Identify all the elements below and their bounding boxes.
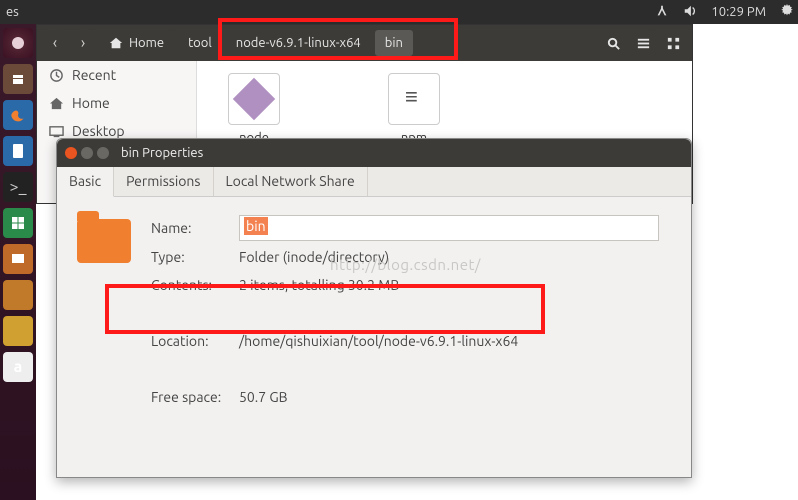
gear-icon[interactable] xyxy=(780,4,794,21)
launcher-impress-icon[interactable] xyxy=(3,244,33,274)
network-icon[interactable] xyxy=(655,4,669,21)
location-label: Location: xyxy=(151,333,239,349)
launcher-writer-icon[interactable] xyxy=(3,136,33,166)
launcher-dash-icon[interactable] xyxy=(3,28,33,58)
name-field[interactable]: bin xyxy=(239,215,659,241)
right-margin xyxy=(693,24,798,500)
free-value: 50.7 GB xyxy=(239,389,288,405)
folder-icon xyxy=(77,219,131,263)
type-value: Folder (inode/directory) xyxy=(239,249,389,265)
desktop-icon xyxy=(49,124,64,139)
launcher-terminal-icon[interactable]: >_ xyxy=(3,172,33,202)
maximize-icon[interactable] xyxy=(97,147,109,159)
type-label: Type: xyxy=(151,249,239,265)
file-manager-toolbar: ‹ › Home tool node-v6.9.1-linux-x64 bin xyxy=(37,25,692,61)
back-button[interactable]: ‹ xyxy=(43,29,67,57)
properties-dialog: bin Properties Basic Permissions Local N… xyxy=(56,138,692,478)
system-tray: 10:29 PM xyxy=(655,0,794,24)
tab-basic[interactable]: Basic xyxy=(57,167,114,197)
sidebar-item-home[interactable]: Home xyxy=(37,89,196,117)
minimize-icon[interactable] xyxy=(81,147,93,159)
breadcrumb-home-label: Home xyxy=(129,36,164,50)
name-label: Name: xyxy=(151,220,239,236)
launcher-calc-icon[interactable] xyxy=(3,208,33,238)
tab-bar: Basic Permissions Local Network Share xyxy=(57,167,691,197)
breadcrumb-tool[interactable]: tool xyxy=(178,30,222,56)
breadcrumb-node[interactable]: node-v6.9.1-linux-x64 xyxy=(226,30,371,56)
close-icon[interactable] xyxy=(65,147,77,159)
titlebar[interactable]: bin Properties xyxy=(57,139,691,167)
forward-button[interactable]: › xyxy=(71,29,95,57)
breadcrumb-home[interactable]: Home xyxy=(99,30,174,56)
clock-icon xyxy=(49,68,64,83)
location-value: /home/qishuixian/tool/node-v6.9.1-linux-… xyxy=(239,333,518,349)
grid-view-icon[interactable] xyxy=(660,30,686,56)
launcher: >_ a xyxy=(0,24,36,500)
properties-body: Name: bin Type: Folder (inode/directory)… xyxy=(57,197,691,431)
breadcrumb-bin[interactable]: bin xyxy=(375,30,413,56)
panel-left-label: es xyxy=(6,5,19,19)
binary-icon xyxy=(228,73,280,125)
launcher-app1-icon[interactable] xyxy=(3,280,33,310)
free-label: Free space: xyxy=(151,389,239,405)
tab-lns[interactable]: Local Network Share xyxy=(214,167,368,196)
list-view-icon[interactable] xyxy=(630,30,656,56)
volume-icon[interactable] xyxy=(683,4,697,21)
launcher-app2-icon[interactable] xyxy=(3,316,33,346)
tab-permissions[interactable]: Permissions xyxy=(114,167,213,196)
search-icon[interactable] xyxy=(600,30,626,56)
clock[interactable]: 10:29 PM xyxy=(711,5,766,19)
home-icon xyxy=(49,96,64,111)
launcher-files-icon[interactable] xyxy=(3,64,33,94)
contents-label: Contents: xyxy=(151,277,239,293)
sidebar-item-recent[interactable]: Recent xyxy=(37,61,196,89)
contents-value: 2 items, totalling 30.2 MB xyxy=(239,277,399,293)
script-icon xyxy=(388,73,440,125)
launcher-amazon-icon[interactable]: a xyxy=(3,352,33,382)
launcher-firefox-icon[interactable] xyxy=(3,100,33,130)
window-title: bin Properties xyxy=(121,146,203,160)
